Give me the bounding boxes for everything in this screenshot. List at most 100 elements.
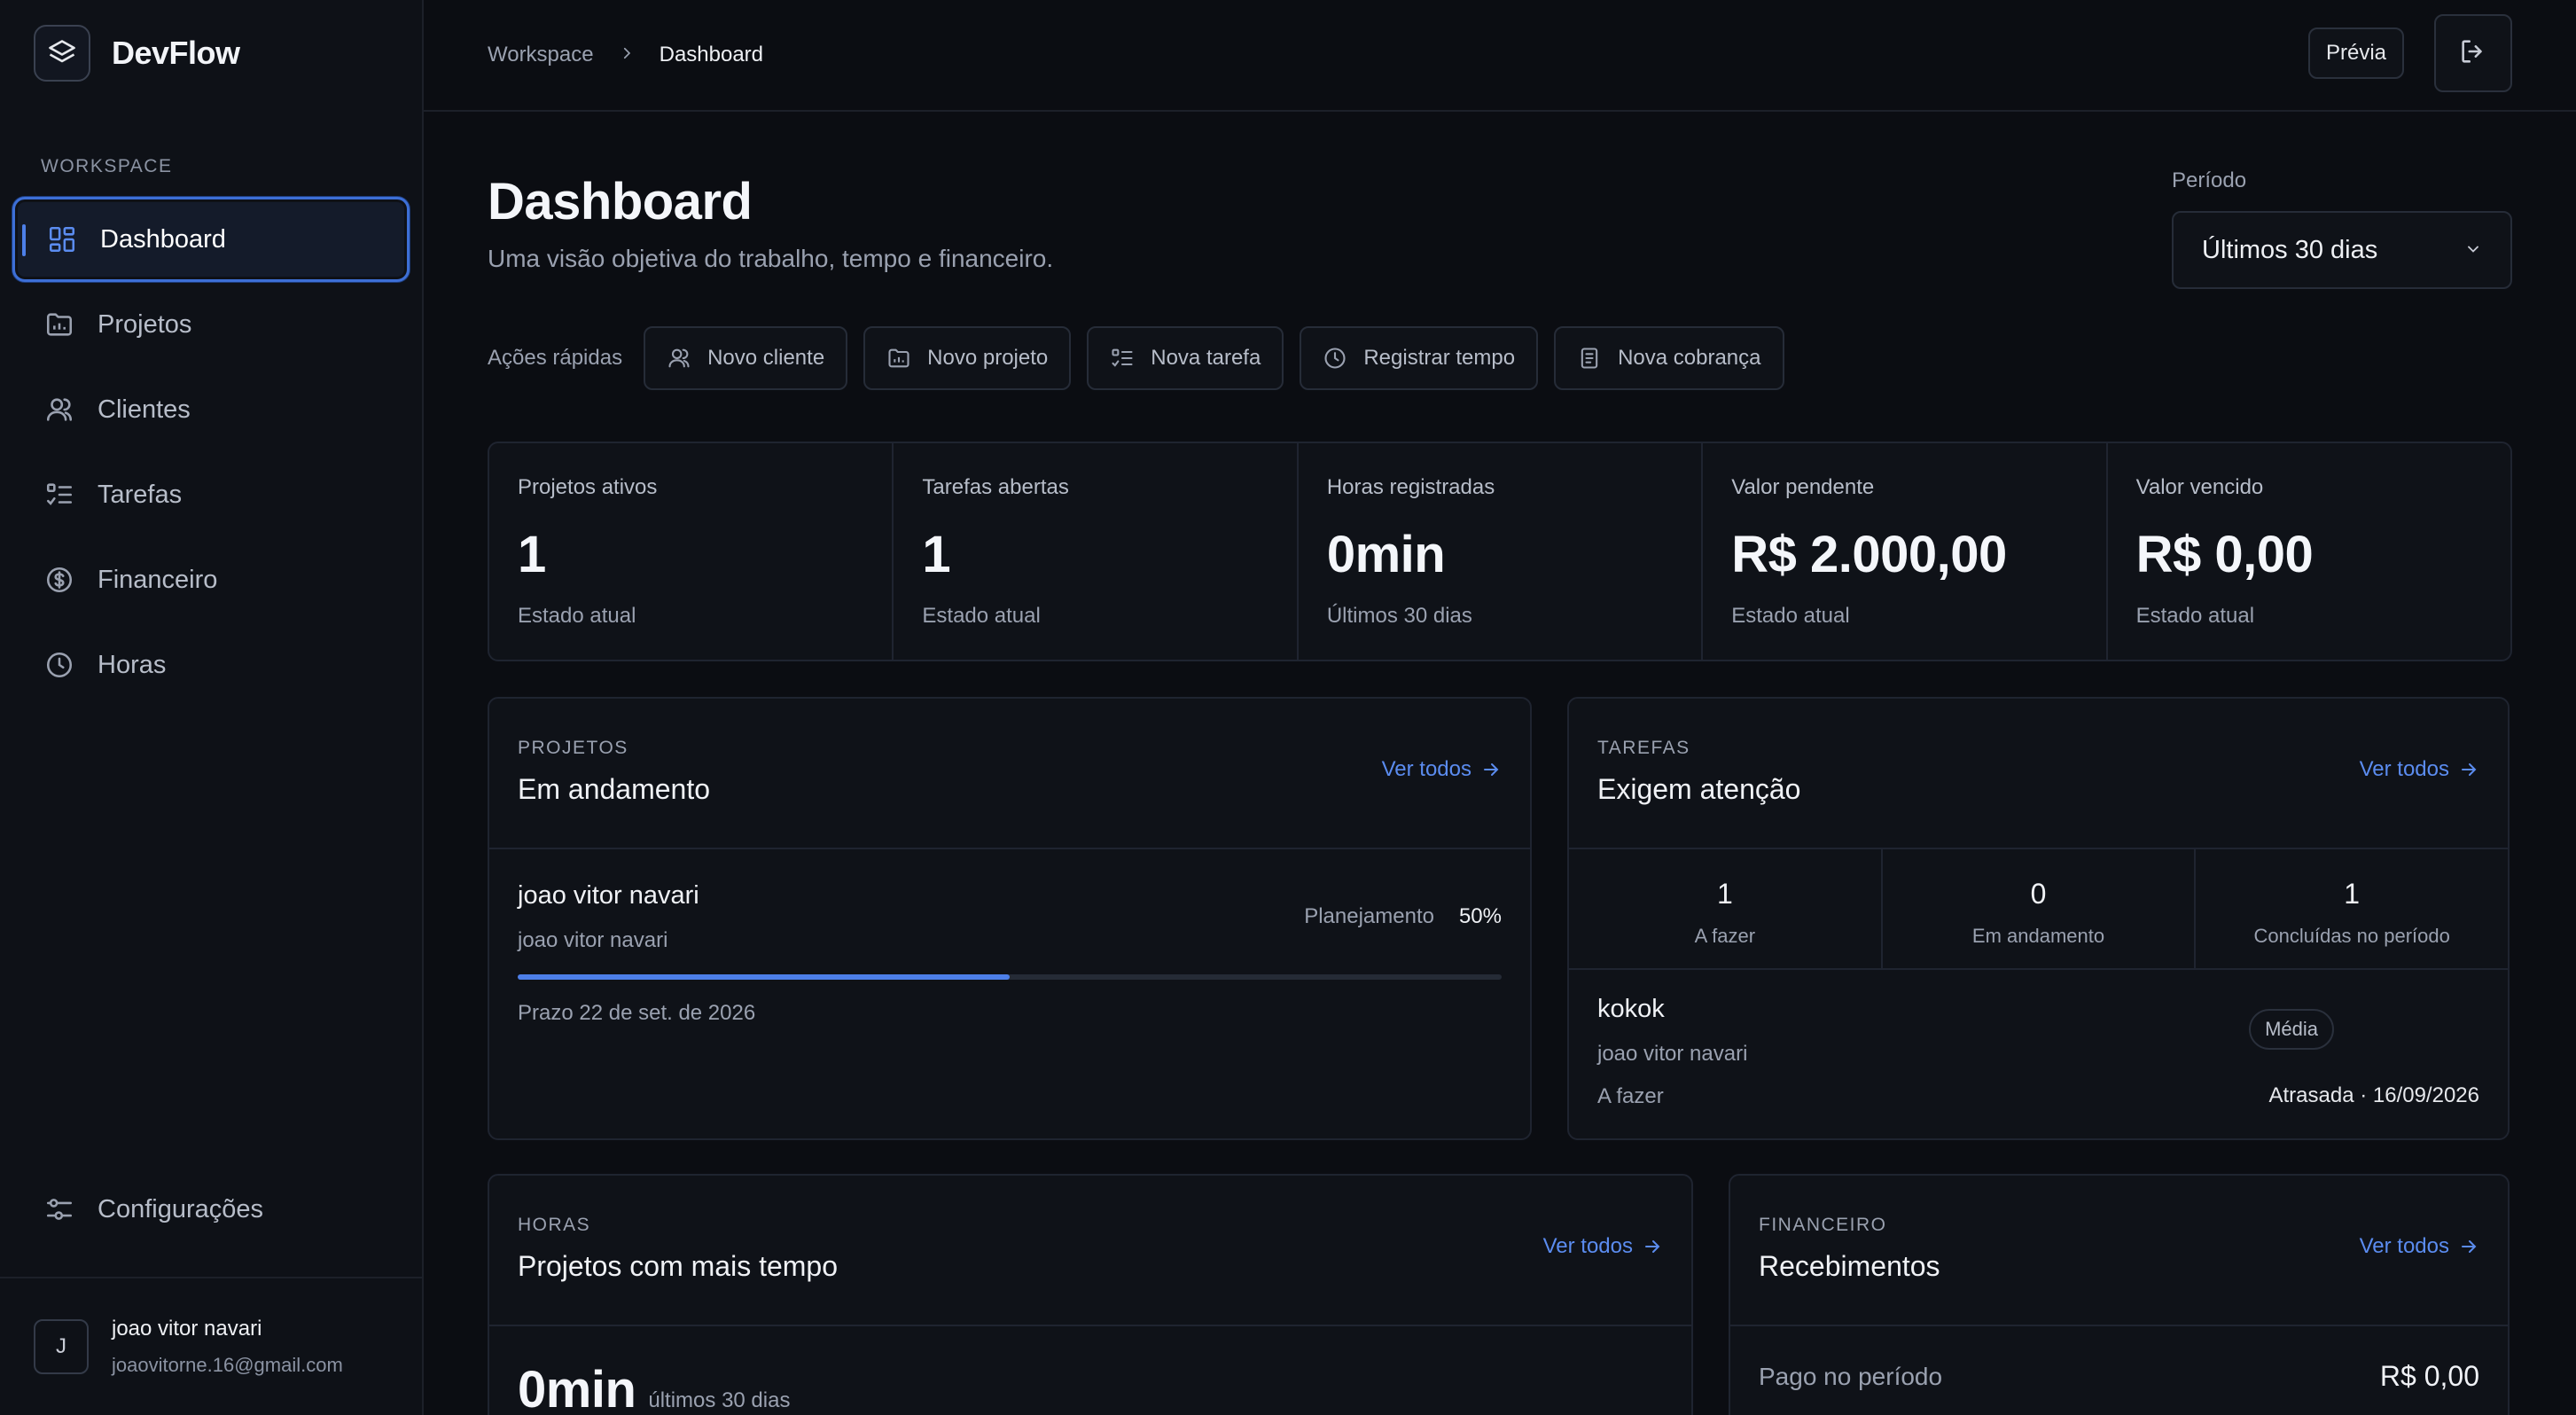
hours-card: HORAS Projetos com mais tempo Ver todos … bbox=[488, 1174, 1693, 1415]
link-label: Ver todos bbox=[1381, 757, 1471, 781]
stat-label: Valor pendente bbox=[1731, 475, 1875, 499]
view-all-tasks-link[interactable]: Ver todos bbox=[2360, 757, 2479, 782]
stat-label: Valor vencido bbox=[2135, 475, 2264, 499]
stat-label: Projetos ativos bbox=[518, 475, 658, 499]
card-title: Projetos com mais tempo bbox=[518, 1250, 839, 1282]
period-label: Período bbox=[2172, 168, 2247, 192]
stat-value: 0min bbox=[1326, 526, 1446, 583]
paid-label: Pago no período bbox=[1759, 1362, 1943, 1390]
button-label: Nova cobrança bbox=[1618, 346, 1761, 370]
view-all-hours-link[interactable]: Ver todos bbox=[1543, 1234, 1663, 1259]
sidebar-item-financeiro[interactable]: Financeiro bbox=[12, 537, 410, 622]
link-label: Ver todos bbox=[2359, 1234, 2449, 1258]
count-label: A fazer bbox=[1694, 925, 1756, 947]
stat-pending-value[interactable]: Valor pendente R$ 2.000,00 Estado atual bbox=[1703, 443, 2108, 660]
project-progress-fill bbox=[518, 974, 1010, 980]
new-charge-button[interactable]: Nova cobrança bbox=[1554, 326, 1784, 390]
page-title: Dashboard bbox=[488, 173, 753, 231]
view-all-projects-link[interactable]: Ver todos bbox=[1382, 757, 1502, 782]
grid-icon bbox=[45, 223, 79, 256]
stat-value: R$ 2.000,00 bbox=[1731, 526, 2007, 583]
stat-active-projects[interactable]: Projetos ativos 1 Estado atual bbox=[489, 443, 894, 660]
link-label: Ver todos bbox=[1542, 1234, 1633, 1258]
hours-value: 0min bbox=[518, 1361, 636, 1415]
chevron-down-icon bbox=[2464, 236, 2482, 265]
sidebar-item-horas[interactable]: Horas bbox=[12, 622, 410, 708]
task-title: kokok bbox=[1597, 995, 1665, 1023]
top-actions: Prévia bbox=[2307, 14, 2512, 92]
card-kicker: TAREFAS bbox=[1597, 738, 1690, 758]
button-label: Registrar tempo bbox=[1363, 346, 1516, 370]
card-title: Exigem atenção bbox=[1597, 773, 1801, 805]
project-progress-percent: 50% bbox=[1458, 904, 1502, 928]
count-label: Concluídas no período bbox=[2253, 925, 2450, 947]
clock-icon bbox=[1323, 346, 1347, 371]
card-header: PROJETOS Em andamento Ver todos bbox=[489, 699, 1530, 849]
stat-overdue-value[interactable]: Valor vencido R$ 0,00 Estado atual bbox=[2108, 443, 2510, 660]
app-root: DevFlow WORKSPACE Dashboard Projetos Cli… bbox=[0, 0, 2576, 1415]
stat-logged-hours[interactable]: Horas registradas 0min Últimos 30 dias bbox=[1299, 443, 1704, 660]
period-select[interactable]: Últimos 30 dias bbox=[2172, 211, 2512, 289]
tasks-card: TAREFAS Exigem atenção Ver todos 1 A faz… bbox=[1567, 697, 2510, 1140]
task-count-todo: 1 A fazer bbox=[1569, 849, 1883, 968]
logout-button[interactable] bbox=[2434, 14, 2512, 92]
new-project-button[interactable]: Novo projeto bbox=[863, 326, 1072, 390]
arrow-right-icon bbox=[2458, 759, 2479, 780]
new-task-button[interactable]: Nova tarefa bbox=[1087, 326, 1284, 390]
folder-icon bbox=[886, 346, 911, 371]
priority-badge: Média bbox=[2249, 1009, 2334, 1050]
stats-strip: Projetos ativos 1 Estado atual Tarefas a… bbox=[488, 442, 2512, 661]
sidebar-item-dashboard[interactable]: Dashboard bbox=[12, 197, 410, 282]
paid-value: R$ 0,00 bbox=[2379, 1360, 2479, 1392]
arrow-right-icon bbox=[1642, 1236, 1663, 1257]
nav-section-label: WORKSPACE bbox=[41, 156, 173, 176]
log-time-button[interactable]: Registrar tempo bbox=[1300, 326, 1539, 390]
user-profile[interactable]: J joao vitor navari joaovitorne.16@gmail… bbox=[0, 1277, 422, 1415]
folder-icon bbox=[43, 308, 76, 341]
sidebar-item-label: Projetos bbox=[98, 309, 192, 339]
breadcrumb-current: Dashboard bbox=[659, 43, 764, 66]
sidebar-item-label: Horas bbox=[98, 650, 167, 679]
stat-label: Horas registradas bbox=[1326, 475, 1495, 499]
sidebar-item-tarefas[interactable]: Tarefas bbox=[12, 452, 410, 537]
quick-actions: Ações rápidas Novo cliente Novo projeto … bbox=[488, 326, 1800, 390]
sidebar-bottom: Configurações bbox=[12, 1167, 410, 1252]
sidebar-item-projetos[interactable]: Projetos bbox=[12, 282, 410, 367]
finance-card: FINANCEIRO Recebimentos Ver todos Pago n… bbox=[1729, 1174, 2510, 1415]
stat-note: Estado atual bbox=[1731, 604, 1850, 628]
task-item[interactable]: kokok joao vitor navari A fazer Média At… bbox=[1569, 970, 2508, 1134]
stat-open-tasks[interactable]: Tarefas abertas 1 Estado atual bbox=[894, 443, 1299, 660]
clock-icon bbox=[43, 648, 76, 682]
user-info: joao vitor navari joaovitorne.16@gmail.c… bbox=[112, 1317, 343, 1377]
breadcrumb: Workspace Dashboard bbox=[488, 43, 763, 67]
topbar: Workspace Dashboard Prévia bbox=[424, 0, 2576, 112]
card-header: FINANCEIRO Recebimentos Ver todos bbox=[1730, 1176, 2508, 1326]
brand-name: DevFlow bbox=[112, 35, 240, 71]
stat-note: Estado atual bbox=[518, 604, 636, 628]
project-item[interactable]: joao vitor navari joao vitor navari Plan… bbox=[489, 849, 1530, 1058]
task-count-in-progress: 0 Em andamento bbox=[1883, 849, 2197, 968]
count-label: Em andamento bbox=[1971, 925, 2105, 947]
sidebar-item-label: Tarefas bbox=[98, 480, 183, 509]
period-value: Últimos 30 dias bbox=[2202, 235, 2378, 264]
view-all-finance-link[interactable]: Ver todos bbox=[2360, 1234, 2479, 1259]
list-check-icon bbox=[43, 478, 76, 512]
breadcrumb-workspace[interactable]: Workspace bbox=[488, 43, 594, 67]
stat-value: 1 bbox=[518, 526, 546, 583]
stat-label: Tarefas abertas bbox=[922, 475, 1069, 499]
finance-paid-row: Pago no período R$ 0,00 bbox=[1730, 1326, 2508, 1415]
sidebar-item-configuracoes[interactable]: Configurações bbox=[12, 1167, 410, 1252]
stat-value: 1 bbox=[922, 526, 951, 583]
layers-icon bbox=[34, 25, 90, 82]
stat-note: Estado atual bbox=[2135, 604, 2255, 628]
new-client-button[interactable]: Novo cliente bbox=[644, 326, 848, 390]
sidebar-item-clientes[interactable]: Clientes bbox=[12, 367, 410, 452]
arrow-right-icon bbox=[1480, 759, 1502, 780]
preview-button[interactable]: Prévia bbox=[2307, 27, 2404, 79]
project-status: Planejamento bbox=[1304, 904, 1434, 928]
project-deadline: Prazo 22 de set. de 2026 bbox=[518, 1001, 756, 1025]
brand[interactable]: DevFlow bbox=[0, 0, 422, 106]
user-name: joao vitor navari bbox=[112, 1317, 262, 1341]
sidebar-item-label: Financeiro bbox=[98, 565, 218, 594]
users-icon bbox=[43, 393, 76, 426]
